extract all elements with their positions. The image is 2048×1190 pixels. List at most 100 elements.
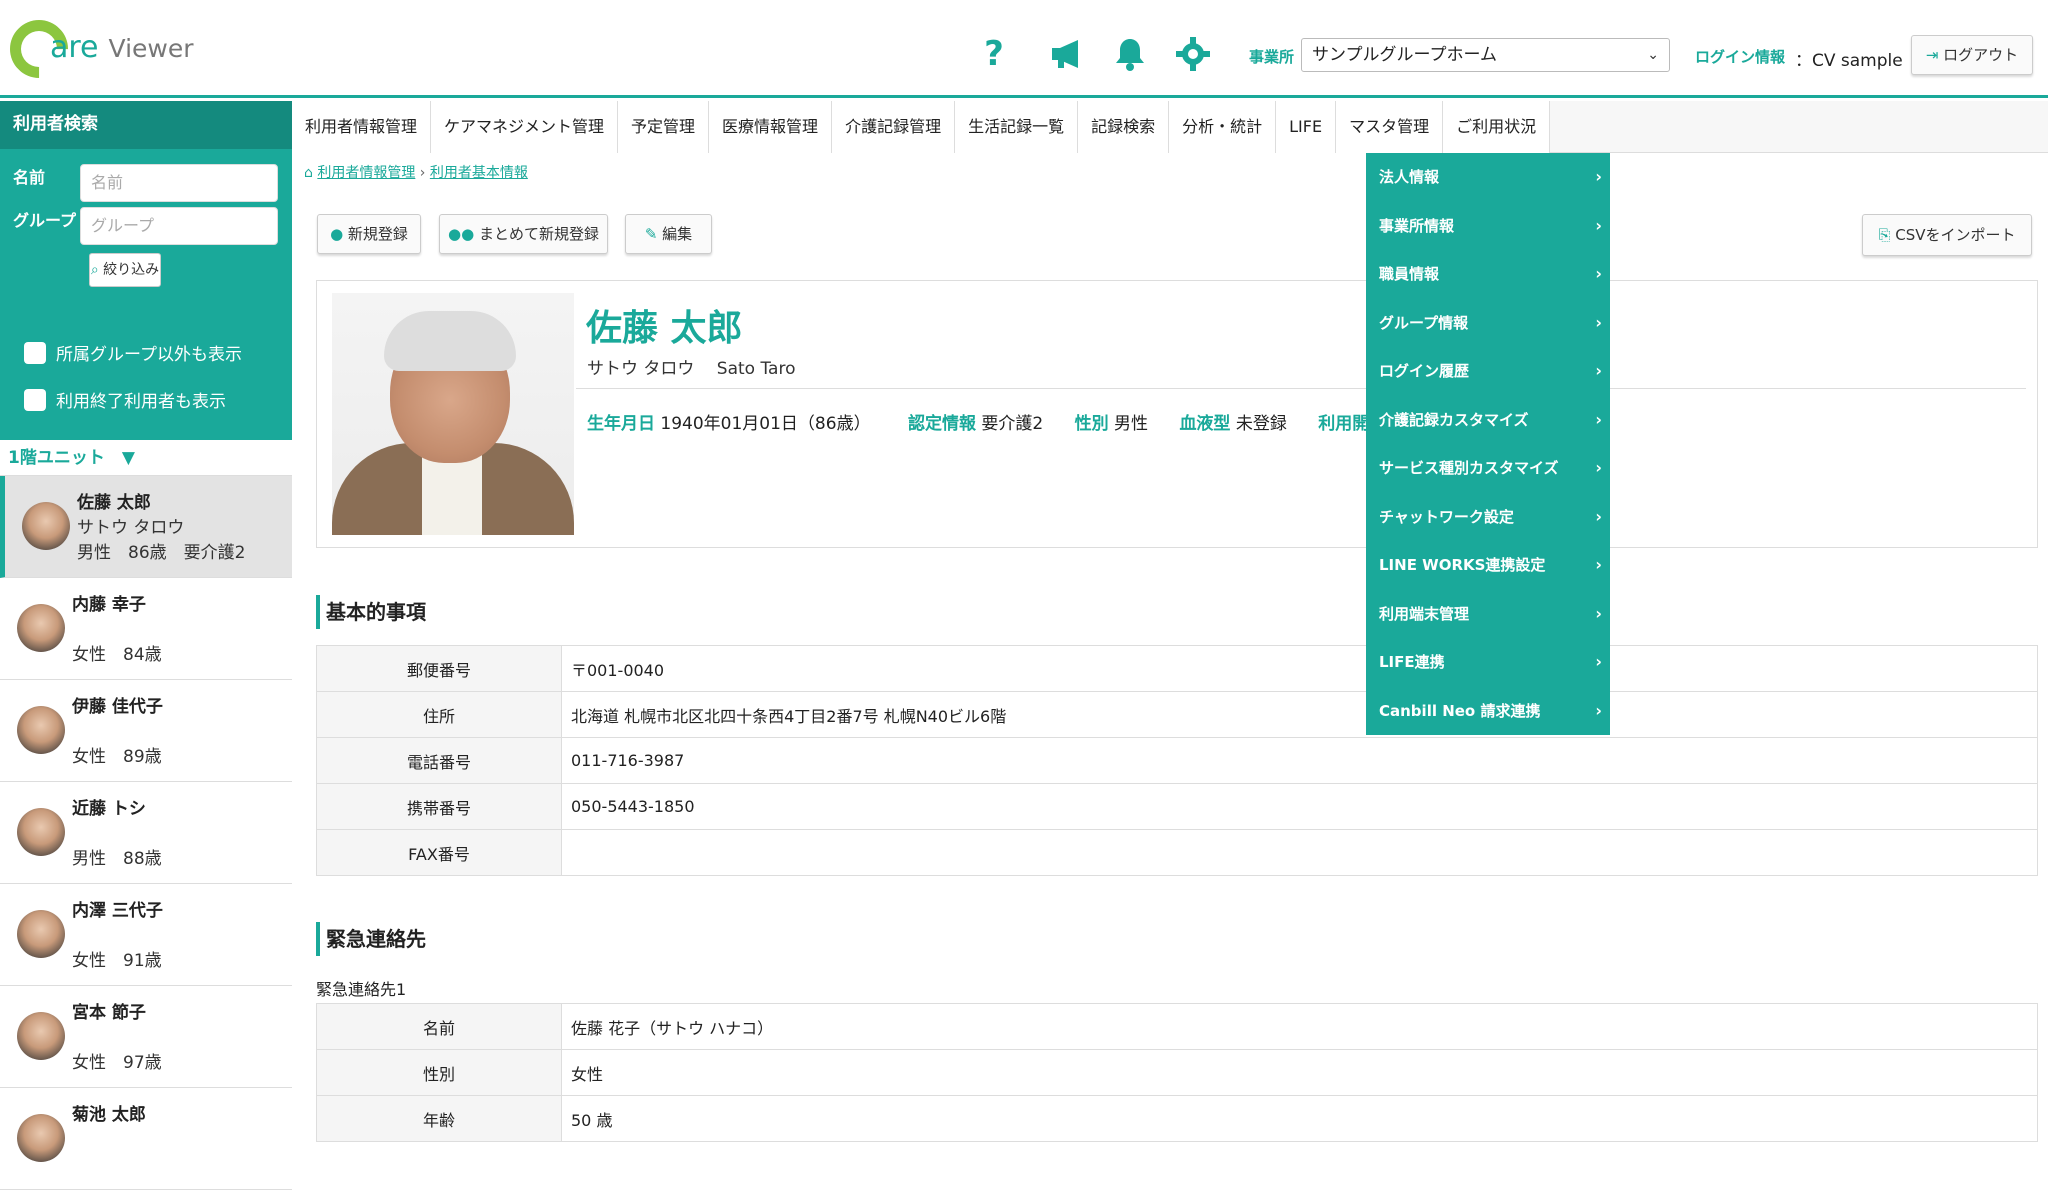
- field-label: 年齢: [316, 1095, 562, 1142]
- avatar: [17, 604, 65, 652]
- master-menu-item[interactable]: 利用端末管理 ›: [1366, 590, 1610, 639]
- nav-tab[interactable]: マスタ管理: [1336, 101, 1444, 153]
- user-list: 佐藤 太郎 サトウ タロウ 男性 86歳 要介護2 内藤 幸子 女性 84歳 伊…: [0, 476, 292, 1190]
- checkbox[interactable]: [24, 388, 46, 411]
- logout-button[interactable]: ⇥ ログアウト: [1911, 35, 2033, 75]
- user-list-item[interactable]: 佐藤 太郎 サトウ タロウ 男性 86歳 要介護2: [0, 476, 292, 578]
- user-list-item[interactable]: 宮本 節子 女性 97歳: [0, 986, 292, 1088]
- user-list-item[interactable]: 菊池 太郎: [0, 1088, 292, 1190]
- master-menu-item[interactable]: 介護記録カスタマイズ ›: [1366, 396, 1610, 445]
- filter-button[interactable]: ⌕ 絞り込み: [89, 253, 161, 287]
- chevron-right-icon: ›: [1595, 264, 1602, 283]
- main-nav: 利用者情報管理 ケアマネジメント管理 予定管理 医療情報管理 介護記録管理 生活記録一覧記…: [292, 101, 2048, 153]
- bell-icon[interactable]: [1110, 34, 1150, 74]
- user-kana: サトウ タロウ: [77, 518, 185, 538]
- new-register-button[interactable]: ● 新規登録: [317, 214, 421, 254]
- master-menu-item[interactable]: LINE WORKS連携設定 ›: [1366, 541, 1610, 590]
- emergency-contact-1-label: 緊急連絡先1: [316, 980, 407, 999]
- chevron-right-icon: ›: [1595, 652, 1602, 671]
- field-label: 住所: [316, 691, 562, 738]
- nav-tab[interactable]: ケアマネジメント管理: [431, 101, 619, 153]
- chevron-right-icon: ›: [1595, 555, 1602, 574]
- gear-icon[interactable]: [1173, 34, 1213, 74]
- emergency-contact-title: 緊急連絡先: [316, 922, 426, 956]
- help-icon[interactable]: ?: [974, 34, 1014, 74]
- table-row: 年齢 50 歳: [316, 1095, 2038, 1142]
- chevron-right-icon: ›: [1595, 167, 1602, 186]
- avatar: [22, 502, 70, 550]
- breadcrumb-current[interactable]: 利用者基本情報: [430, 165, 528, 181]
- nav-tab[interactable]: 記録検索: [1078, 101, 1170, 153]
- breadcrumb: ⌂ 利用者情報管理 › 利用者基本情報: [304, 165, 528, 181]
- nav-tab[interactable]: ご利用状況: [1443, 101, 1551, 153]
- master-menu-item[interactable]: 事業所情報 ›: [1366, 202, 1610, 251]
- nav-tab[interactable]: 生活記録一覧: [955, 101, 1079, 153]
- avatar: [17, 706, 65, 754]
- unit-selector[interactable]: 1階ユニット ▼: [0, 440, 292, 476]
- field-label: 性別: [316, 1049, 562, 1096]
- sidebar-title: 利用者検索: [0, 101, 292, 149]
- users-icon: ●●: [448, 225, 479, 243]
- bulk-register-button[interactable]: ●● まとめて新規登録: [439, 214, 608, 254]
- master-menu-item[interactable]: サービス種別カスタマイズ ›: [1366, 444, 1610, 493]
- user-list-item[interactable]: 近藤 トシ 男性 88歳: [0, 782, 292, 884]
- field-label: 名前: [316, 1003, 562, 1050]
- file-import-icon: ⎘: [1878, 226, 1896, 244]
- user-list-item[interactable]: 内澤 三代子 女性 91歳: [0, 884, 292, 986]
- chevron-right-icon: ›: [1595, 603, 1602, 623]
- name-label: 名前: [13, 168, 46, 187]
- user-info: 男性 86歳 要介護2: [77, 543, 246, 563]
- user-list-item[interactable]: 伊藤 佳代子 女性 89歳: [0, 680, 292, 782]
- master-menu-item[interactable]: 法人情報 ›: [1366, 153, 1610, 202]
- group-input[interactable]: グループ: [80, 207, 278, 245]
- user-search-sidebar: 利用者検索 名前 名前 グループ グループ ⌕ 絞り込み 所属グループ以外も表示…: [0, 101, 292, 1190]
- nav-tab[interactable]: 予定管理: [618, 101, 710, 153]
- search-panel: 名前 名前 グループ グループ ⌕ 絞り込み 所属グループ以外も表示 利用終了利…: [0, 149, 292, 440]
- user-name: 伊藤 佳代子: [72, 697, 163, 717]
- nav-tab[interactable]: LIFE: [1276, 101, 1337, 153]
- table-row: 性別 女性: [316, 1049, 2038, 1096]
- chevron-down-icon: ⌄: [1647, 47, 1659, 63]
- field-value: 女性: [561, 1049, 2038, 1096]
- checkbox[interactable]: [24, 341, 46, 364]
- csv-import-button[interactable]: ⎘ CSVをインポート: [1862, 214, 2032, 256]
- logo-text: are Viewer: [50, 30, 194, 65]
- avatar: [17, 808, 65, 856]
- megaphone-icon[interactable]: [1048, 34, 1088, 74]
- table-row: 住所 北海道 札幌市北区北四十条西4丁目2番7号 札幌N40ビル6階: [316, 691, 2038, 738]
- table-row: 名前 佐藤 花子（サトウ ハナコ）: [316, 1003, 2038, 1050]
- master-menu-item[interactable]: LIFE連携 ›: [1366, 638, 1610, 687]
- show-ended-users-checkbox[interactable]: 利用終了利用者も表示: [24, 387, 226, 412]
- chevron-right-icon: ›: [1595, 312, 1602, 332]
- field-value: 佐藤 花子（サトウ ハナコ）: [561, 1003, 2038, 1050]
- field-value: 011-716-3987: [561, 737, 2038, 784]
- top-bar: are Viewer ? 事業所 サンプルグループホーム ⌄ ログイン情報 ：CV …: [0, 0, 2048, 98]
- table-row: FAX番号: [316, 829, 2038, 876]
- login-info-value: ：CV sample: [1795, 51, 1903, 71]
- nav-tab[interactable]: 利用者情報管理: [292, 101, 432, 153]
- emergency-contact-table: 名前 佐藤 花子（サトウ ハナコ） 性別 女性 年齢 50 歳: [316, 1003, 2038, 1142]
- user-name: 内澤 三代子: [72, 901, 163, 921]
- master-menu-item[interactable]: チャットワーク設定 ›: [1366, 493, 1610, 542]
- avatar: [17, 1114, 65, 1162]
- nav-tab[interactable]: 医療情報管理: [709, 101, 833, 153]
- master-menu-item[interactable]: グループ情報 ›: [1366, 299, 1610, 348]
- user-list-item[interactable]: 内藤 幸子 女性 84歳: [0, 578, 292, 680]
- field-label: 携帯番号: [316, 783, 562, 830]
- nav-tab[interactable]: 分析・統計: [1169, 101, 1277, 153]
- edit-button[interactable]: ✎ 編集: [625, 214, 712, 254]
- nav-tab[interactable]: 介護記録管理: [832, 101, 956, 153]
- user-info: 女性 89歳: [72, 747, 162, 767]
- name-input[interactable]: 名前: [80, 164, 278, 202]
- profile-kana: サトウ タロウ Sato Taro: [587, 359, 796, 379]
- field-label: 電話番号: [316, 737, 562, 784]
- care-viewer-logo[interactable]: are Viewer: [0, 7, 194, 91]
- master-menu-item[interactable]: 職員情報 ›: [1366, 250, 1610, 299]
- divider: [576, 388, 2026, 389]
- show-other-groups-checkbox[interactable]: 所属グループ以外も表示: [24, 340, 242, 365]
- breadcrumb-users[interactable]: 利用者情報管理: [317, 165, 415, 181]
- office-select[interactable]: サンプルグループホーム ⌄: [1301, 38, 1670, 72]
- master-menu-item[interactable]: Canbill Neo 請求連携 ›: [1366, 687, 1610, 736]
- home-icon: ⌂: [304, 165, 318, 181]
- master-menu-item[interactable]: ログイン履歴 ›: [1366, 347, 1610, 396]
